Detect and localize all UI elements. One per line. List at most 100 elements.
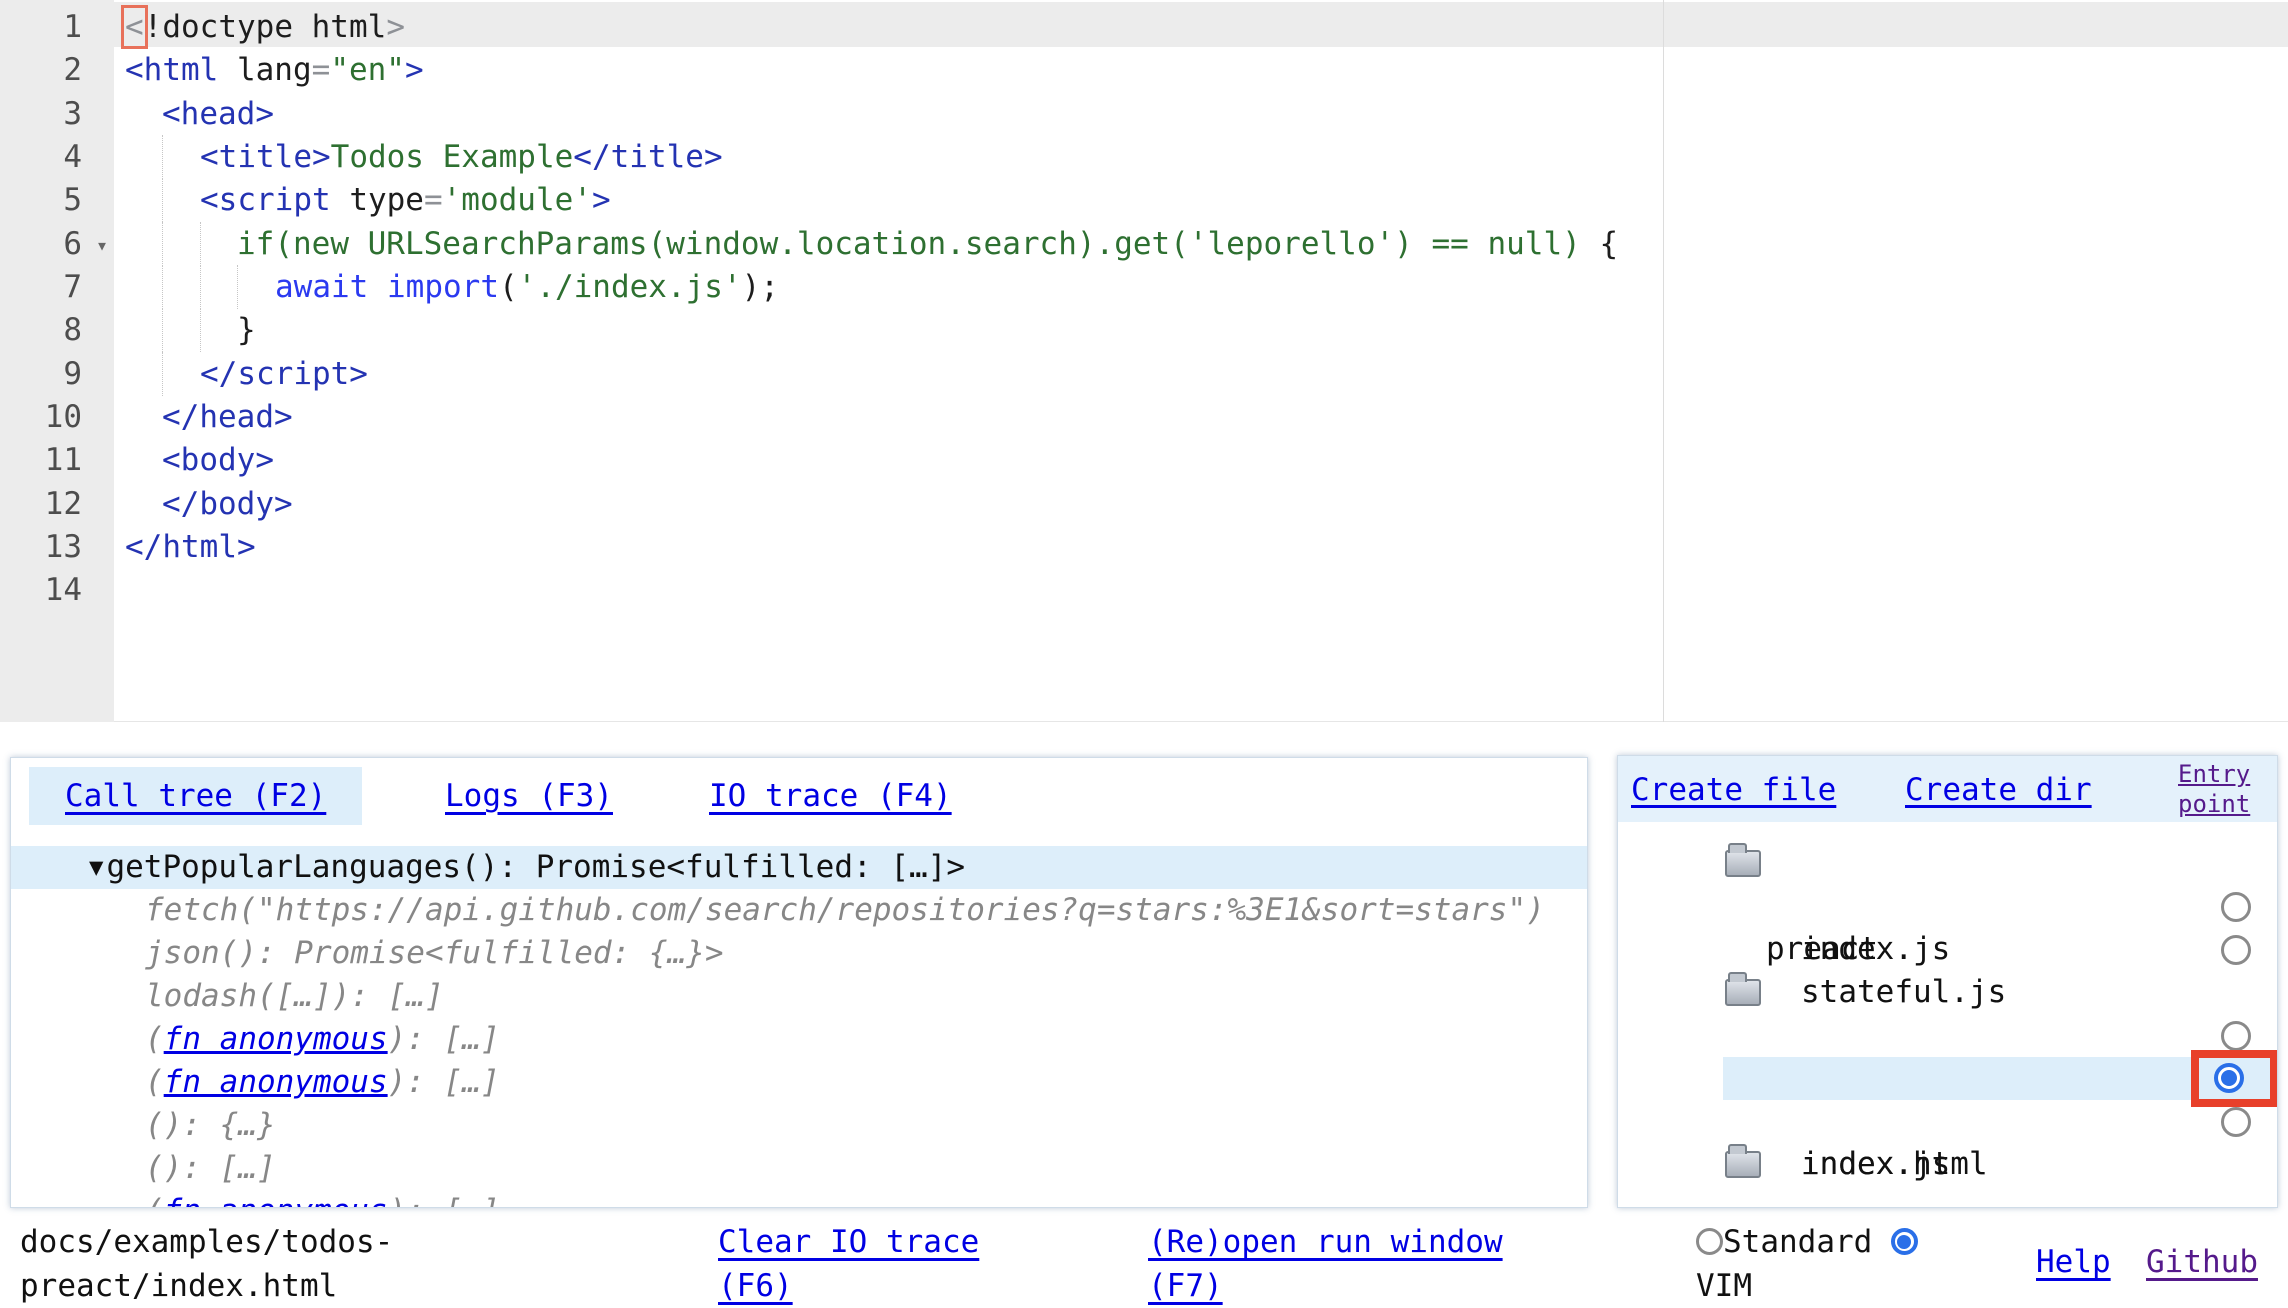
tree-dir-todos-redux[interactable]: todos-redux [1618, 1143, 2277, 1186]
fold-arrow-icon[interactable]: ▾ [96, 223, 108, 267]
code-token: lang [237, 52, 312, 88]
entry-point-radio[interactable] [2221, 1021, 2251, 1051]
tab-logs[interactable]: Logs (F3) [409, 767, 649, 825]
tree-file-row[interactable]: index.js [1618, 1100, 2277, 1143]
code-token: = [424, 182, 443, 218]
line-number: 7 [0, 265, 114, 309]
line-number: 4 [0, 135, 114, 179]
code-line: </html> [125, 525, 256, 569]
line-number: 5 [0, 178, 114, 222]
standard-mode-label: Standard [1723, 1224, 1872, 1260]
code-token: !doctype html [144, 9, 387, 45]
line-number: 2 [0, 48, 114, 92]
calltree-row-clipped[interactable]: (fn anonymous): […] [145, 1190, 500, 1208]
fn-anonymous-link[interactable]: fn anonymous [164, 1021, 388, 1057]
code-token: type [349, 182, 424, 218]
current-file-path: docs/examples/todos-preact/index.html [20, 1220, 440, 1308]
line-number: 3 [0, 92, 114, 136]
code-line: <script type='module'> [125, 178, 611, 222]
code-line: } [125, 308, 256, 352]
code-token [368, 269, 387, 305]
folder-icon [1725, 850, 1761, 877]
create-file-button[interactable]: Create file [1631, 770, 1836, 810]
line-number: 10 [0, 395, 114, 439]
calltree-paren: ( [145, 1193, 164, 1208]
calltree-row[interactable]: (): {…} [145, 1104, 276, 1147]
calltree-result: ): […] [388, 1193, 500, 1208]
folder-icon [1725, 1151, 1761, 1178]
entry-point-link[interactable]: Entry point [2178, 759, 2274, 819]
tab-io-trace[interactable]: IO trace (F4) [673, 767, 988, 825]
line-number-text: 6 [63, 226, 82, 262]
entry-point-flash-box [2191, 1050, 2278, 1107]
standard-mode-radio[interactable] [1696, 1228, 1723, 1255]
calltree-row[interactable]: fetch("https://api.github.com/search/rep… [145, 889, 1545, 932]
vim-mode-radio[interactable] [1891, 1228, 1918, 1255]
fn-anonymous-link[interactable]: fn anonymous [164, 1064, 388, 1100]
line-number: 8 [0, 308, 114, 352]
code-token: if(new URLSearchParams(window.location.s… [237, 226, 1581, 262]
code-line: </head> [125, 395, 293, 439]
code-token: ( [499, 269, 518, 305]
code-token: import [387, 269, 499, 305]
calltree-row-selected[interactable]: ▼getPopularLanguages(): Promise<fulfille… [11, 846, 1587, 889]
line-number: 6▾ [0, 222, 114, 266]
entry-point-radio[interactable] [2221, 892, 2251, 922]
column-ruler [1663, 0, 1664, 722]
tab-call-tree[interactable]: Call tree (F2) [29, 767, 362, 825]
calltree-result: ): […] [388, 1064, 500, 1100]
github-link[interactable]: Github [2146, 1244, 2258, 1280]
tree-file-row-selected[interactable]: index.html [1618, 1057, 2277, 1100]
calltree-row[interactable]: (fn anonymous): […] [145, 1018, 500, 1061]
entry-point-radio[interactable] [2221, 1107, 2251, 1137]
code-line: <head> [125, 92, 274, 136]
text-cursor: < [125, 9, 144, 45]
code-token: > [592, 182, 611, 218]
line-number: 14 [0, 568, 114, 612]
tree-file-row[interactable]: index.js [1618, 885, 2277, 928]
vim-mode-label: VIM [1696, 1268, 1752, 1304]
code-token: <head> [162, 96, 274, 132]
code-line: </script> [125, 352, 368, 396]
calltree-paren: ( [145, 1021, 164, 1057]
calltree-row[interactable]: (fn anonymous): […] [145, 1061, 500, 1104]
tree-file-row[interactable]: app.js [1618, 1014, 2277, 1057]
calltree-row[interactable]: (): […] [145, 1147, 276, 1190]
code-token: await [275, 269, 368, 305]
tree-file-row[interactable]: LICENSE.md [1618, 1186, 2277, 1208]
line-number: 13 [0, 525, 114, 569]
code-editor[interactable]: 1 2 3 4 5 6▾ 7 8 9 10 11 12 13 14 <!doct… [0, 0, 2288, 722]
code-token: } [237, 312, 256, 348]
calltree-row[interactable]: json(): Promise<fulfilled: {…}> [145, 932, 724, 975]
keyboard-mode-switch: Standard VIM [1696, 1220, 1946, 1308]
code-token: ); [742, 269, 779, 305]
entry-point-radio[interactable] [2221, 935, 2251, 965]
tree-dir-preact[interactable]: preact [1618, 842, 2277, 885]
code-line: <html lang="en"> [125, 48, 424, 92]
line-number: 11 [0, 438, 114, 482]
code-token: </html> [125, 529, 256, 565]
calltree-paren: ( [145, 1064, 164, 1100]
help-link[interactable]: Help [2036, 1244, 2111, 1280]
calltree-row[interactable]: lodash([…]): […] [145, 975, 444, 1018]
calltree-call-label: getPopularLanguages(): Promise<fulfilled… [106, 849, 965, 885]
calltree-panel: Call tree (F2) Logs (F3) IO trace (F4) ▼… [10, 757, 1588, 1208]
code-token: <title> [200, 139, 331, 175]
tree-file-row[interactable]: stateful.js [1618, 928, 2277, 971]
code-token: Todos Example [331, 139, 574, 175]
code-line: <title>Todos Example</title> [125, 135, 723, 179]
code-token: "en" [330, 52, 405, 88]
code-line: await import('./index.js'); [125, 265, 779, 309]
expand-arrow-icon[interactable]: ▼ [89, 853, 103, 881]
create-dir-button[interactable]: Create dir [1905, 770, 2092, 810]
line-number: 1 [0, 5, 114, 49]
entry-point-radio-checked[interactable] [2214, 1063, 2244, 1093]
code-token: </title> [573, 139, 722, 175]
tree-dir-todos-preact[interactable]: todos-preact [1618, 971, 2277, 1014]
reopen-run-window-button[interactable]: (Re)open run window (F7) [1148, 1224, 1503, 1304]
calltree-result: ): […] [388, 1021, 500, 1057]
folder-icon [1725, 979, 1761, 1006]
fn-anonymous-link[interactable]: fn anonymous [164, 1193, 388, 1208]
clear-io-trace-button[interactable]: Clear IO trace (F6) [718, 1224, 979, 1304]
code-token: </head> [162, 399, 293, 435]
